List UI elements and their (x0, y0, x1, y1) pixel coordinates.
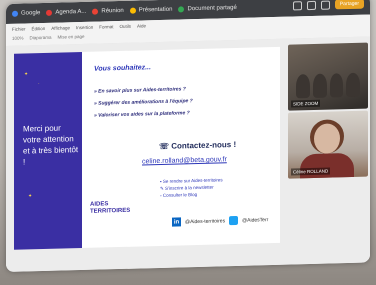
tab-icon (129, 7, 136, 14)
menu-item[interactable]: Outils (120, 24, 132, 29)
video-label: Céline ROLLAND (291, 167, 331, 176)
participants-group (296, 72, 360, 99)
video-label: SIDE ZOOM (291, 99, 321, 108)
menu-item[interactable]: Aide (137, 23, 146, 28)
menu-item[interactable]: Affichage (51, 25, 70, 30)
blog-link[interactable]: ▫ Consulter le Blog (160, 190, 223, 199)
contact-heading: ☏ Contactez-nous ! (159, 139, 237, 151)
menu-item[interactable]: Format (99, 24, 113, 29)
menu-icon[interactable] (320, 0, 330, 10)
star-icon: · (38, 81, 40, 88)
tab-icon (46, 9, 53, 16)
share-button[interactable]: Partager (334, 0, 364, 10)
browser-tab[interactable]: Document partagé (178, 5, 237, 13)
menu-bar: Fichier Édition Affichage Insertion Form… (12, 23, 146, 32)
slide-canvas: ✦ · ✦ Merci pour votre attention et à tr… (6, 36, 370, 272)
star-icon: ✦ (28, 193, 33, 200)
bullet-item: » Valoriser vos aides sur la plateforme … (94, 110, 190, 119)
linkedin-handle[interactable]: @Aides-territoires (185, 218, 225, 225)
video-tile-speaker[interactable]: Céline ROLLAND (288, 110, 368, 179)
slideshow-button[interactable]: Diaporama (30, 35, 52, 41)
projected-screen: Google Agenda A... Réunion Présentation … (6, 0, 370, 273)
linkedin-icon: in (172, 217, 181, 227)
aides-territoires-logo: AIDES TERRITOIRES (90, 201, 131, 215)
tool-row: 100% Diaporama Mise en page (12, 34, 85, 41)
social-links: in @Aides-territoires @AidesTerr (172, 215, 268, 227)
layout-button[interactable]: Mise en page (58, 34, 85, 40)
twitter-icon (229, 215, 239, 226)
tab-icon (178, 6, 185, 13)
slide: ✦ · ✦ Merci pour votre attention et à tr… (14, 46, 280, 250)
browser-tab[interactable]: Réunion (92, 8, 124, 15)
star-icon: ✦ (24, 71, 29, 78)
video-tile-room[interactable]: SIDE ZOOM (288, 42, 368, 111)
slide-title: Vous souhaitez... (94, 64, 151, 73)
extension-icon[interactable] (292, 0, 302, 10)
browser-tab[interactable]: Google (12, 10, 40, 17)
browser-tab[interactable]: Agenda A... (46, 9, 86, 16)
zoom-control[interactable]: 100% (12, 36, 24, 41)
menu-item[interactable]: Insertion (76, 25, 93, 30)
browser-tab[interactable]: Présentation (129, 7, 172, 14)
bullet-list: » En savoir plus sur Aides-territoires ?… (94, 83, 193, 122)
email-link[interactable]: celine.rolland@beta.gouv.fr (142, 156, 227, 165)
menu-item[interactable]: Fichier (12, 26, 26, 31)
twitter-handle[interactable]: @AidesTerr (242, 217, 268, 224)
bookmark-icon[interactable] (306, 0, 316, 10)
link-list: ▪ Se rendre sur Aides-territoires ✎ S'in… (160, 176, 223, 199)
google-icon (12, 10, 18, 17)
menu-item[interactable]: Édition (32, 26, 46, 31)
tab-icon (92, 8, 99, 15)
thank-you-text: Merci pour votre attention et à très bie… (23, 123, 79, 167)
slide-left-panel: ✦ · ✦ Merci pour votre attention et à tr… (14, 52, 82, 250)
browser-controls: Partager (292, 0, 364, 10)
